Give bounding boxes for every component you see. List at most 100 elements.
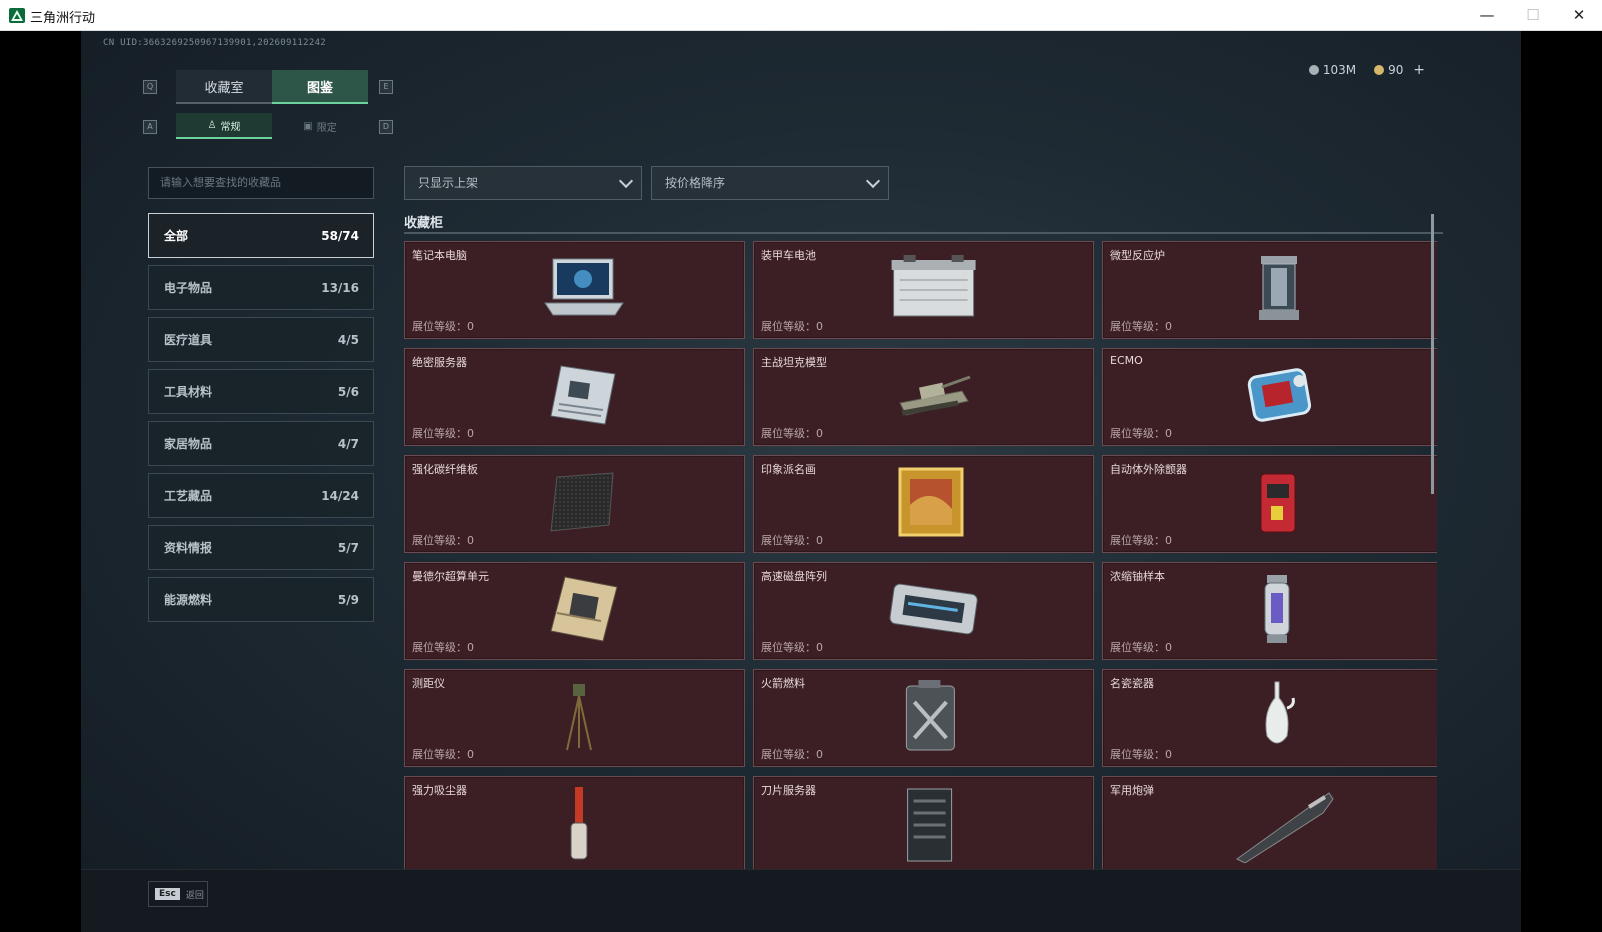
hotkey-a: A — [143, 120, 157, 134]
category-label: 工具材料 — [164, 385, 213, 399]
category-item[interactable]: 医疗道具 4/5 — [148, 317, 374, 362]
close-button[interactable]: ✕ — [1556, 0, 1602, 31]
app-logo-icon — [9, 8, 25, 23]
display-level: 展位等级：0 — [1110, 534, 1172, 547]
collection-card[interactable]: 绝密服务器展位等级：0 — [404, 348, 745, 446]
display-level: 展位等级：0 — [1110, 427, 1172, 440]
item-name: 曼德尔超算单元 — [412, 570, 489, 583]
item-name: 测距仪 — [412, 677, 445, 690]
back-label: 返回 — [185, 890, 204, 901]
silver-coin-icon — [1308, 65, 1319, 75]
section-divider — [404, 232, 1443, 234]
collection-card[interactable]: 测距仪展位等级：0 — [404, 669, 745, 767]
player-uid: CN UID:3663269250967139901,202609112242 — [103, 38, 327, 48]
item-name: 名瓷瓷器 — [1110, 677, 1154, 690]
collection-card[interactable]: ECMO 展位等级：0 — [1102, 348, 1437, 446]
tab-catalog[interactable]: 图鉴 — [272, 70, 368, 104]
item-name: 装甲车电池 — [761, 249, 816, 262]
collection-card[interactable]: 名瓷瓷器展位等级：0 — [1102, 669, 1437, 767]
category-label: 家居物品 — [164, 437, 213, 451]
collection-card[interactable]: 强化碳纤维板 展位等级：0 — [404, 455, 745, 553]
gold-coin-icon — [1374, 65, 1385, 75]
painting-icon — [896, 465, 966, 543]
tab-collection-room[interactable]: 收藏室 — [176, 70, 272, 104]
display-level: 展位等级：0 — [412, 427, 474, 440]
item-name: 浓缩铀样本 — [1110, 570, 1165, 583]
disk-array-icon — [885, 577, 981, 645]
collection-card[interactable]: 微型反应炉展位等级：0 — [1102, 241, 1437, 339]
collection-card[interactable]: 强力吸尘器 — [404, 776, 745, 874]
collection-grid-viewport[interactable]: 笔记本电脑 展位等级：0 装甲车电池 展位等级：0 微型反应炉 展位等级：0 绝密服务器 展位… — [404, 241, 1437, 886]
category-count: 13/16 — [321, 280, 359, 295]
category-count: 5/9 — [337, 592, 359, 607]
category-count: 14/24 — [321, 488, 359, 503]
grid-scrollbar[interactable] — [1431, 214, 1434, 494]
collection-card[interactable]: 火箭燃料 展位等级：0 — [753, 669, 1094, 767]
category-item[interactable]: 全部 58/74 — [148, 213, 374, 258]
category-count: 4/7 — [337, 436, 359, 451]
add-currency-button[interactable]: + — [1413, 62, 1425, 78]
category-count: 5/7 — [337, 540, 359, 555]
item-name: 强化碳纤维板 — [412, 463, 478, 476]
minimize-button[interactable]: — — [1464, 0, 1510, 31]
subtab-regular[interactable]: ♙ 常规 — [176, 113, 272, 139]
collection-card[interactable]: 高速磁盘阵列 展位等级：0 — [753, 562, 1094, 660]
subtab-limited[interactable]: ▣ 限定 — [272, 113, 368, 139]
esc-key: Esc — [155, 888, 180, 900]
display-level: 展位等级：0 — [412, 641, 474, 654]
collection-card[interactable]: 浓缩铀样本 展位等级：0 — [1102, 562, 1437, 660]
collection-card[interactable]: 自动体外除颤器 展位等级：0 — [1102, 455, 1437, 553]
collection-card[interactable]: 印象派名画 展位等级：0 — [753, 455, 1094, 553]
vacuum-icon — [559, 783, 599, 867]
item-name: 笔记本电脑 — [412, 249, 467, 262]
collection-card[interactable]: 军用炮弹 — [1102, 776, 1437, 874]
hotkey-d: D — [379, 120, 393, 134]
category-item[interactable]: 电子物品 13/16 — [148, 265, 374, 310]
hotkey-q: Q — [143, 80, 157, 94]
item-name: ECMO — [1110, 354, 1143, 367]
category-item[interactable]: 家居物品 4/7 — [148, 421, 374, 466]
category-label: 全部 — [164, 229, 189, 243]
collection-grid: 笔记本电脑 展位等级：0 装甲车电池 展位等级：0 微型反应炉 展位等级：0 绝密服务器 展位… — [404, 241, 1437, 874]
collection-card[interactable]: 装甲车电池 展位等级：0 — [753, 241, 1094, 339]
vase-icon — [1257, 678, 1297, 758]
search-input[interactable]: 请输入想要查找的收藏品 — [148, 167, 374, 199]
uranium-icon — [1257, 571, 1297, 651]
category-sidebar: 全部 58/74 电子物品 13/16 医疗道具 4/5 工具材料 5/6 家居物品 4/7 工艺藏… — [148, 213, 374, 629]
tank-icon — [892, 363, 972, 431]
display-level: 展位等级：0 — [1110, 748, 1172, 761]
display-level: 展位等级：0 — [1110, 320, 1172, 333]
sub-tabs: ♙ 常规 ▣ 限定 — [176, 113, 368, 139]
collection-card[interactable]: 笔记本电脑展位等级：0 — [404, 241, 745, 339]
display-level: 展位等级：0 — [412, 748, 474, 761]
maximize-button[interactable]: ☐ — [1510, 0, 1556, 31]
item-name: 军用炮弹 — [1110, 784, 1154, 797]
item-name: 强力吸尘器 — [412, 784, 467, 797]
sort-dropdown[interactable]: 按价格降序 — [651, 166, 889, 200]
collection-card[interactable]: 曼德尔超算单元 展位等级：0 — [404, 562, 745, 660]
back-button[interactable]: Esc 返回 — [148, 881, 208, 907]
category-item[interactable]: 工艺藏品 14/24 — [148, 473, 374, 518]
category-item[interactable]: 工具材料 5/6 — [148, 369, 374, 414]
blade-server-icon — [901, 783, 957, 867]
item-name: 绝密服务器 — [412, 356, 467, 369]
rangefinder-icon — [559, 678, 599, 758]
cpu-icon — [543, 573, 623, 649]
main-tabs: 收藏室 图鉴 — [176, 70, 368, 104]
category-count: 5/6 — [337, 384, 359, 399]
item-name: 微型反应炉 — [1110, 249, 1165, 262]
fuel-can-icon — [898, 678, 962, 758]
currency-silver: 103M — [1308, 63, 1356, 77]
window-title: 三角洲行动 — [30, 11, 96, 26]
item-name: 印象派名画 — [761, 463, 816, 476]
hotkey-e: E — [379, 80, 393, 94]
filter-dropdown[interactable]: 只显示上架 — [404, 166, 642, 200]
bottom-bar: Esc 返回 — [81, 869, 1521, 932]
collection-card[interactable]: 刀片服务器 — [753, 776, 1094, 874]
server-board-icon — [543, 360, 623, 434]
collection-card[interactable]: 主战坦克模型 展位等级：0 — [753, 348, 1094, 446]
shell-icon — [1229, 783, 1339, 867]
display-level: 展位等级：0 — [412, 320, 474, 333]
category-item[interactable]: 资料情报 5/7 — [148, 525, 374, 570]
category-item[interactable]: 能源燃料 5/9 — [148, 577, 374, 622]
